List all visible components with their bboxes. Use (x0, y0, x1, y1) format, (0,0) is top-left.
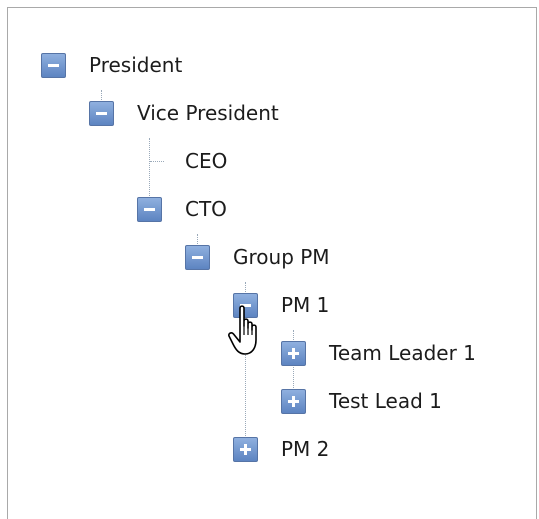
collapse-toggle-button[interactable] (89, 100, 114, 126)
tree-node-label[interactable]: Team Leader 1 (329, 338, 476, 368)
leaf-spacer (137, 149, 162, 174)
tree-node-label[interactable]: Vice President (137, 98, 279, 128)
tree-node-label[interactable]: CEO (185, 146, 227, 176)
expand-toggle-button[interactable] (233, 436, 258, 462)
minus-icon (96, 111, 107, 115)
tree-node-ceo[interactable]: CEO (137, 146, 227, 176)
minus-icon (240, 303, 251, 307)
collapse-toggle-button[interactable] (137, 196, 162, 222)
tree-node-pm-2[interactable]: PM 2 (233, 434, 329, 464)
collapse-toggle-button[interactable] (41, 52, 66, 78)
tree-node-team-leader-1[interactable]: Team Leader 1 (281, 338, 476, 368)
plus-icon (240, 443, 251, 455)
tree-view: President Vice President CEO CTO Group P (7, 7, 537, 519)
plus-icon (288, 347, 299, 359)
tree-node-label[interactable]: Group PM (233, 242, 330, 272)
tree-node-vice-president[interactable]: Vice President (89, 98, 279, 128)
minus-icon (144, 207, 155, 211)
tree-node-label[interactable]: PM 1 (281, 290, 329, 320)
tree-node-group-pm[interactable]: Group PM (185, 242, 330, 272)
tree-node-test-lead-1[interactable]: Test Lead 1 (281, 386, 442, 416)
tree-node-label[interactable]: PM 2 (281, 434, 329, 464)
minus-icon (192, 255, 203, 259)
tree-node-label[interactable]: CTO (185, 194, 227, 224)
collapse-toggle-button[interactable] (185, 244, 210, 270)
expand-toggle-button[interactable] (281, 340, 306, 366)
tree-node-president[interactable]: President (41, 50, 182, 80)
collapse-toggle-button[interactable] (233, 292, 258, 318)
tree-node-label[interactable]: Test Lead 1 (329, 386, 442, 416)
tree-node-label[interactable]: President (89, 50, 182, 80)
tree-node-pm-1[interactable]: PM 1 (233, 290, 329, 320)
minus-icon (48, 63, 59, 67)
tree-node-cto[interactable]: CTO (137, 194, 227, 224)
expand-toggle-button[interactable] (281, 388, 306, 414)
plus-icon (288, 395, 299, 407)
